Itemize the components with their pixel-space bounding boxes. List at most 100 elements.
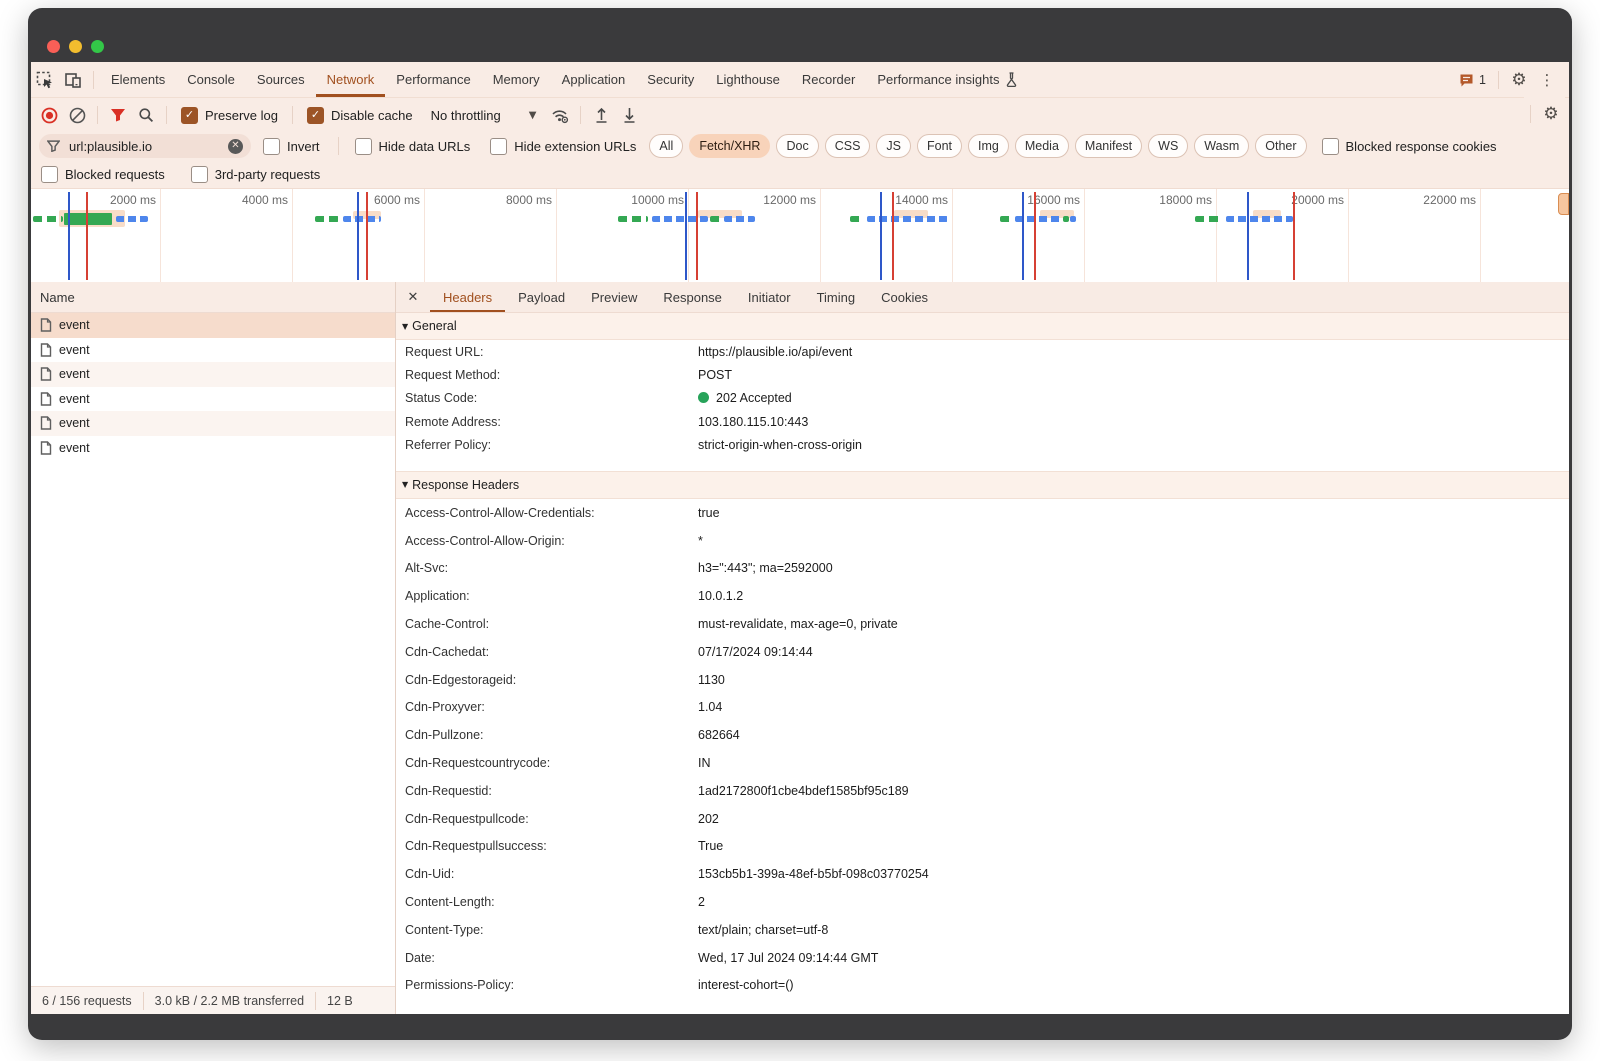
- close-detail-icon[interactable]: ✕: [396, 282, 430, 312]
- tick-label: 6000 ms: [374, 193, 420, 207]
- invert-checkbox[interactable]: Invert: [251, 138, 332, 155]
- checkbox-unchecked[interactable]: [41, 166, 58, 183]
- checkbox-unchecked[interactable]: [490, 138, 507, 155]
- filter-chip-css[interactable]: CSS: [825, 134, 871, 158]
- header-value: true: [698, 506, 1569, 520]
- header-row: Cdn-Edgestorageid: 1130: [396, 666, 1569, 694]
- funnel-icon: [47, 140, 60, 152]
- divider: [93, 71, 94, 89]
- device-toolbar-icon[interactable]: [59, 66, 87, 94]
- checkbox-unchecked[interactable]: [191, 166, 208, 183]
- filter-input[interactable]: [67, 138, 201, 155]
- tab-console[interactable]: Console: [176, 62, 246, 97]
- hide-extension-urls-label: Hide extension URLs: [514, 139, 636, 154]
- tab-network[interactable]: Network: [316, 62, 386, 97]
- record-network-log-icon[interactable]: [35, 101, 63, 129]
- filter-chip-font[interactable]: Font: [917, 134, 962, 158]
- checkbox-unchecked[interactable]: [355, 138, 372, 155]
- header-row: Access-Control-Allow-Credentials: true: [396, 499, 1569, 527]
- header-row: Cdn-Requestid: 1ad2172800f1cbe4bdef1585b…: [396, 777, 1569, 805]
- throttling-dropdown[interactable]: No throttling ▼: [421, 108, 547, 123]
- dom-content-loaded-marker: [880, 192, 882, 280]
- request-row[interactable]: event: [31, 338, 395, 363]
- filter-chip-manifest[interactable]: Manifest: [1075, 134, 1142, 158]
- blocked-response-cookies-checkbox[interactable]: Blocked response cookies: [1310, 138, 1509, 155]
- request-row[interactable]: event: [31, 362, 395, 387]
- detail-tab-initiator[interactable]: Initiator: [735, 282, 804, 312]
- filter-chip-other[interactable]: Other: [1255, 134, 1306, 158]
- preserve-log-checkbox[interactable]: Preserve log: [173, 107, 286, 124]
- detail-tab-headers[interactable]: Headers: [430, 282, 505, 312]
- request-row[interactable]: event: [31, 411, 395, 436]
- tab-security[interactable]: Security: [636, 62, 705, 97]
- close-window-button[interactable]: [47, 40, 60, 53]
- checkbox-checked[interactable]: [307, 107, 324, 124]
- filter-icon[interactable]: [104, 101, 132, 129]
- detail-tab-payload[interactable]: Payload: [505, 282, 578, 312]
- detail-tab-label: Timing: [817, 290, 856, 305]
- tab-recorder[interactable]: Recorder: [791, 62, 866, 97]
- tab-sources[interactable]: Sources: [246, 62, 316, 97]
- inspect-element-icon[interactable]: [31, 66, 59, 94]
- filter-chip-doc[interactable]: Doc: [776, 134, 818, 158]
- name-column-header[interactable]: Name: [31, 282, 395, 313]
- general-section-header[interactable]: ▼ General: [396, 313, 1569, 340]
- detail-tab-timing[interactable]: Timing: [804, 282, 869, 312]
- header-row: Content-Type: text/plain; charset=utf-8: [396, 916, 1569, 944]
- detail-tab-preview[interactable]: Preview: [578, 282, 650, 312]
- blocked-requests-checkbox[interactable]: Blocked requests: [41, 166, 165, 183]
- request-row[interactable]: event: [31, 387, 395, 412]
- filter-chip-img[interactable]: Img: [968, 134, 1009, 158]
- export-har-icon[interactable]: [615, 101, 643, 129]
- minimize-window-button[interactable]: [69, 40, 82, 53]
- filter-chip-media[interactable]: Media: [1015, 134, 1069, 158]
- response-headers-section-header[interactable]: ▼ Response Headers: [396, 471, 1569, 499]
- filter-chip-js[interactable]: JS: [876, 134, 911, 158]
- tab-application[interactable]: Application: [551, 62, 637, 97]
- checkbox-unchecked[interactable]: [263, 138, 280, 155]
- hide-extension-urls-checkbox[interactable]: Hide extension URLs: [480, 138, 646, 155]
- tab-performance[interactable]: Performance: [385, 62, 481, 97]
- filter-chip-fetch-xhr[interactable]: Fetch/XHR: [689, 134, 770, 158]
- more-options-icon[interactable]: ⋮: [1533, 66, 1561, 94]
- hide-data-urls-checkbox[interactable]: Hide data URLs: [345, 138, 481, 155]
- zoom-window-button[interactable]: [91, 40, 104, 53]
- network-overview-timeline[interactable]: 2000 ms 4000 ms 6000 ms 8000 ms 10000 ms…: [31, 188, 1569, 283]
- blocked-requests-label: Blocked requests: [65, 167, 165, 182]
- checkbox-checked[interactable]: [181, 107, 198, 124]
- tab-memory[interactable]: Memory: [482, 62, 551, 97]
- timeline-scroll-handle[interactable]: [1558, 193, 1569, 215]
- filter-input-pill[interactable]: ✕: [39, 134, 251, 158]
- tab-label: Network: [327, 72, 375, 87]
- checkbox-unchecked[interactable]: [1322, 138, 1339, 155]
- request-row[interactable]: event: [31, 436, 395, 461]
- network-conditions-icon[interactable]: [546, 101, 574, 129]
- document-icon: [40, 318, 52, 332]
- filter-chip-ws[interactable]: WS: [1148, 134, 1188, 158]
- header-name: Access-Control-Allow-Credentials:: [396, 506, 698, 520]
- clear-network-log-icon[interactable]: [63, 101, 91, 129]
- request-row[interactable]: event: [31, 313, 395, 338]
- network-filter-bar-2: Blocked requests 3rd-party requests: [31, 161, 1569, 188]
- tick-label: 10000 ms: [631, 193, 684, 207]
- tab-elements[interactable]: Elements: [100, 62, 176, 97]
- detail-tab-response[interactable]: Response: [650, 282, 735, 312]
- load-event-marker: [1293, 192, 1295, 280]
- tab-lighthouse[interactable]: Lighthouse: [705, 62, 791, 97]
- issues-counter[interactable]: 1: [1453, 73, 1492, 87]
- import-har-icon[interactable]: [587, 101, 615, 129]
- requests-count: 6 / 156 requests: [42, 994, 132, 1008]
- third-party-requests-checkbox[interactable]: 3rd-party requests: [191, 166, 321, 183]
- settings-gear-icon[interactable]: ⚙: [1505, 66, 1533, 94]
- tab-performance-insights[interactable]: Performance insights: [866, 62, 1029, 97]
- search-icon[interactable]: [132, 101, 160, 129]
- filter-chip-all[interactable]: All: [649, 134, 683, 158]
- document-icon: [40, 392, 52, 406]
- disable-cache-checkbox[interactable]: Disable cache: [299, 107, 421, 124]
- chip-label: Font: [927, 139, 952, 153]
- network-settings-gear-icon[interactable]: ⚙: [1537, 100, 1565, 128]
- window-titlebar[interactable]: [28, 8, 1572, 62]
- filter-chip-wasm[interactable]: Wasm: [1194, 134, 1249, 158]
- detail-tab-cookies[interactable]: Cookies: [868, 282, 941, 312]
- clear-filter-icon[interactable]: ✕: [228, 139, 243, 154]
